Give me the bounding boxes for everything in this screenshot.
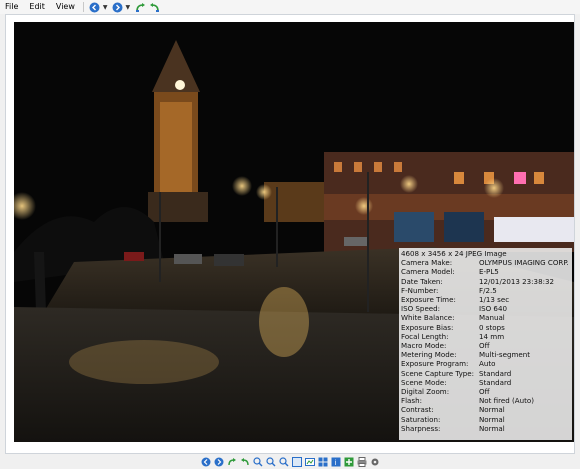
info-value: Manual [479,313,505,323]
info-value: 0 stops [479,322,505,332]
forward-dropdown-icon[interactable]: ▼ [126,4,131,11]
info-key: F-Number: [401,285,439,295]
info-key: Date Taken: [401,276,443,286]
info-key: Macro Mode: [401,341,447,351]
menu-edit[interactable]: Edit [24,0,51,14]
info-key: Focal Length: [401,331,449,341]
info-value: Normal [479,414,505,424]
zoom-out-icon[interactable] [265,456,276,467]
info-key: Camera Make: [401,258,453,268]
info-row: Scene Capture Type: Standard [401,369,570,378]
info-key: Digital Zoom: [401,387,450,397]
thumbnails-icon[interactable] [317,456,328,467]
info-key: Camera Model: [401,267,455,277]
actual-size-icon[interactable] [291,456,302,467]
info-value: 12/01/2013 23:38:32 [479,276,555,286]
info-value: Off [479,387,490,397]
info-value: OLYMPUS IMAGING CORP. [479,258,569,268]
image-info-panel: 4608 x 3456 x 24 JPEG Image Camera Make:… [399,248,572,440]
info-value: Normal [479,423,505,433]
info-row: Camera Model: E-PL5 [401,267,570,276]
info-row: ISO Speed: ISO 640 [401,304,570,313]
rotate-left-icon[interactable] [226,456,237,467]
menu-bar: File Edit View ▼ ▼ [0,0,580,14]
info-value: ISO 640 [479,304,507,314]
rotate-right-icon[interactable] [239,456,250,467]
info-key: Metering Mode: [401,350,457,360]
print-icon[interactable] [356,456,367,467]
info-row: Flash: Not fired (Auto) [401,396,570,405]
info-key: ISO Speed: [401,304,441,314]
info-key: Sharpness: [401,423,441,433]
info-row: Scene Mode: Standard [401,378,570,387]
info-value: Standard [479,377,512,387]
info-row: White Balance: Manual [401,313,570,322]
zoom-fit-icon[interactable] [278,456,289,467]
info-key: Contrast: [401,405,434,415]
info-key: Exposure Time: [401,295,456,305]
info-row: Digital Zoom: Off [401,387,570,396]
info-value: Off [479,341,490,351]
info-row: Exposure Time: 1/13 sec [401,295,570,304]
info-row: Macro Mode: Off [401,341,570,350]
info-value: Auto [479,359,496,369]
next-icon[interactable] [213,456,224,467]
image-dimensions: 4608 x 3456 x 24 JPEG Image [401,249,507,258]
info-value: 1/13 sec [479,295,510,305]
info-value: Standard [479,368,512,378]
info-key: Scene Mode: [401,377,447,387]
rotate-right-icon[interactable] [148,1,160,13]
slideshow-icon[interactable] [304,456,315,467]
info-row: Exposure Program: Auto [401,359,570,368]
info-key: Exposure Bias: [401,322,454,332]
info-row: Metering Mode: Multi-segment [401,350,570,359]
info-row: Saturation: Normal [401,415,570,424]
menu-file[interactable]: File [0,0,24,14]
info-row: Sharpness: Normal [401,424,570,433]
menu-view[interactable]: View [51,0,81,14]
info-value: E-PL5 [479,267,499,277]
back-circle-icon[interactable] [89,1,101,13]
settings-icon[interactable] [369,456,380,467]
info-key: Flash: [401,396,422,406]
info-rows: Camera Make: OLYMPUS IMAGING CORP. Camera … [401,258,570,433]
info-row: Contrast: Normal [401,405,570,414]
toolbar-separator [82,2,84,12]
info-row: Camera Make: OLYMPUS IMAGING CORP. [401,258,570,267]
info-value: 14 mm [479,331,505,341]
fullscreen-icon[interactable] [343,456,354,467]
info-key: White Balance: [401,313,455,323]
info-icon[interactable]: i [330,456,341,467]
info-key: Exposure Program: [401,359,469,369]
bottom-toolbar: i [0,454,580,469]
info-row: Focal Length: 14 mm [401,332,570,341]
info-key: Saturation: [401,414,441,424]
back-dropdown-icon[interactable]: ▼ [103,4,108,11]
info-row: F-Number: F/2.5 [401,286,570,295]
info-value: Multi-segment [479,350,531,360]
forward-circle-icon[interactable] [112,1,124,13]
info-value: Normal [479,405,505,415]
prev-icon[interactable] [200,456,211,467]
info-value: Not fired (Auto) [479,396,535,406]
rotate-left-icon[interactable] [134,1,146,13]
zoom-in-icon[interactable] [252,456,263,467]
info-row: Exposure Bias: 0 stops [401,323,570,332]
svg-text:i: i [334,459,336,467]
info-value: F/2.5 [479,285,497,295]
info-row: Date Taken: 12/01/2013 23:38:32 [401,277,570,286]
info-key: Scene Capture Type: [401,368,475,378]
